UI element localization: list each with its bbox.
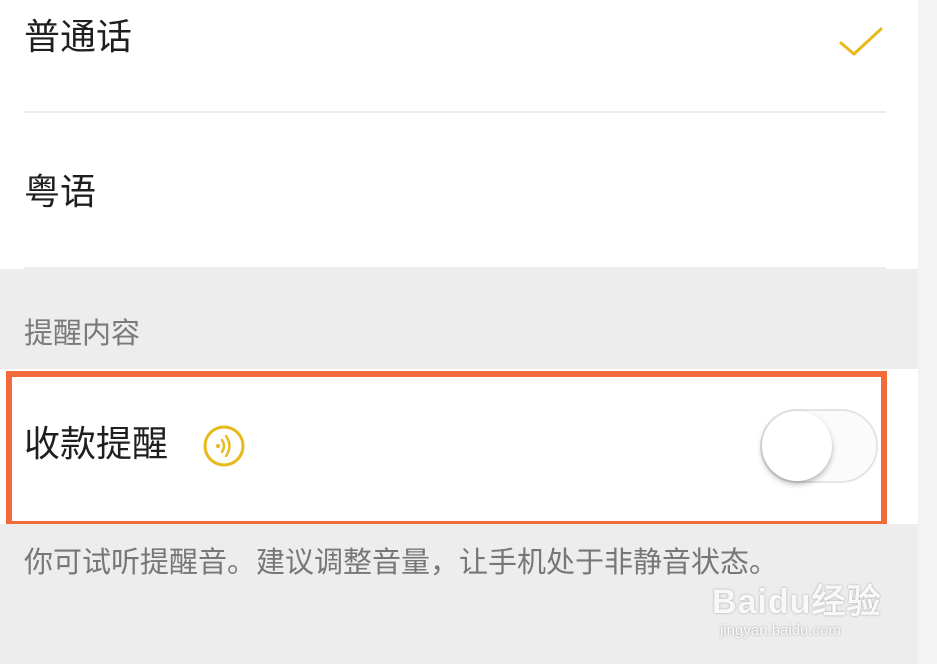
language-option-label: 粤语	[24, 172, 97, 213]
payment-reminder-label: 收款提醒	[24, 424, 169, 465]
speaker-waves-icon[interactable]	[203, 425, 245, 467]
payment-reminder-row: 收款提醒	[0, 369, 918, 524]
watermark-brand: Baidu经验	[712, 583, 882, 621]
toggle-knob	[762, 411, 832, 481]
language-option-cantonese[interactable]: 粤语	[0, 113, 918, 268]
language-option-mandarin[interactable]: 普通话	[0, 0, 918, 112]
voice-settings-page: 普通话 粤语 提醒内容 收款提醒 你可试听提醒音。建议调整音量，让手机处于非静音…	[0, 0, 937, 664]
reminder-section-header: 提醒内容	[0, 269, 918, 369]
baidu-watermark: Baidu经验 jingyan.baidu.com	[712, 574, 912, 654]
section-title: 提醒内容	[24, 316, 141, 350]
watermark-url: jingyan.baidu.com	[720, 622, 841, 639]
checkmark-icon	[839, 27, 883, 56]
right-edge-strip	[918, 0, 937, 664]
payment-reminder-toggle[interactable]	[760, 409, 878, 483]
language-option-label: 普通话	[24, 17, 133, 58]
